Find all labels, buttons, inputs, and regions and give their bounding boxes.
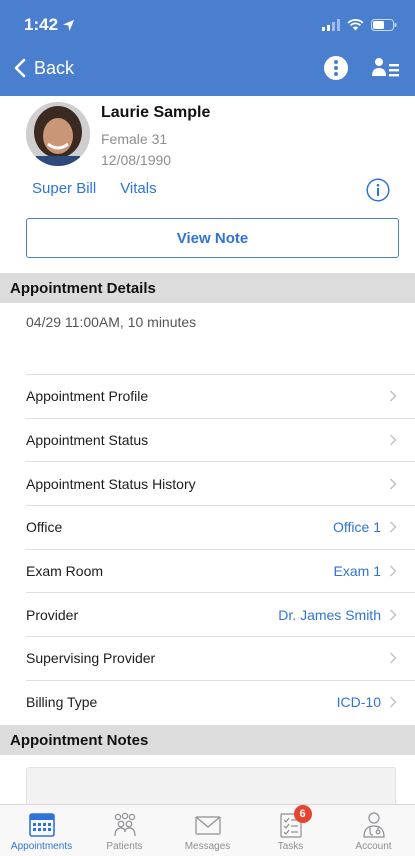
- row-appointment-status[interactable]: Appointment Status: [26, 417, 415, 462]
- signal-icon: [322, 19, 340, 31]
- navigation-header: 1:42 Back: [0, 0, 415, 96]
- calendar-icon: [28, 813, 55, 837]
- wifi-icon: [347, 19, 364, 31]
- row-office[interactable]: Office Office 1: [26, 505, 415, 549]
- appointment-time: 04/29 11:00AM, 10 minutes: [26, 314, 197, 330]
- chevron-right-icon: [389, 434, 397, 446]
- super-bill-link[interactable]: Super Bill: [32, 180, 96, 197]
- row-supervising-provider[interactable]: Supervising Provider: [26, 636, 415, 680]
- back-button[interactable]: Back: [14, 58, 74, 79]
- info-icon[interactable]: [366, 178, 390, 202]
- tab-patients[interactable]: Patients: [83, 805, 166, 856]
- patient-avatar: [26, 102, 90, 166]
- envelope-icon: [194, 816, 221, 835]
- location-arrow-icon: [62, 19, 75, 31]
- tab-bar: Appointments Patients Messages 6 Tasks A…: [0, 804, 415, 856]
- view-note-button[interactable]: View Note: [26, 218, 399, 258]
- patient-name: Laurie Sample: [101, 104, 211, 121]
- tab-account[interactable]: Account: [332, 805, 415, 856]
- status-bar: 1:42: [24, 14, 397, 36]
- more-options-icon[interactable]: [323, 55, 349, 81]
- appointment-notes-header: Appointment Notes: [0, 725, 415, 755]
- chevron-right-icon: [389, 478, 397, 490]
- tasks-badge: 6: [293, 805, 312, 823]
- tab-messages[interactable]: Messages: [166, 805, 249, 856]
- tab-appointments[interactable]: Appointments: [0, 805, 83, 856]
- patient-summary: Laurie Sample Female 31 12/08/1990 Super…: [0, 100, 415, 270]
- doctor-icon: [362, 812, 385, 838]
- row-billing-type[interactable]: Billing Type ICD-10: [26, 679, 415, 724]
- tab-tasks[interactable]: 6 Tasks: [249, 805, 332, 856]
- chevron-right-icon: [389, 521, 397, 533]
- patients-icon: [113, 812, 136, 837]
- chevron-right-icon: [389, 652, 397, 664]
- appointment-details-list: Appointment Profile Appointment Status A…: [0, 374, 415, 724]
- chevron-left-icon: [14, 58, 26, 78]
- vitals-link[interactable]: Vitals: [120, 180, 156, 197]
- nav-actions: [323, 55, 401, 81]
- patient-gender-age: Female 31: [101, 131, 168, 147]
- row-provider[interactable]: Provider Dr. James Smith: [26, 592, 415, 636]
- patient-menu-icon[interactable]: [371, 56, 401, 80]
- chevron-right-icon: [389, 565, 397, 577]
- row-appointment-profile[interactable]: Appointment Profile: [26, 374, 415, 418]
- appointment-details-header: Appointment Details: [0, 273, 415, 303]
- row-appointment-status-history[interactable]: Appointment Status History: [26, 461, 415, 505]
- status-indicators: [322, 19, 397, 31]
- status-time: 1:42: [24, 15, 75, 35]
- patient-dob: 12/08/1990: [101, 152, 172, 168]
- row-exam-room[interactable]: Exam Room Exam 1: [26, 548, 415, 593]
- battery-icon: [371, 19, 397, 31]
- nav-bar: Back: [0, 50, 415, 86]
- chevron-right-icon: [389, 390, 397, 402]
- chevron-right-icon: [389, 609, 397, 621]
- chevron-right-icon: [389, 696, 397, 708]
- patient-links: Super Bill Vitals: [32, 180, 157, 197]
